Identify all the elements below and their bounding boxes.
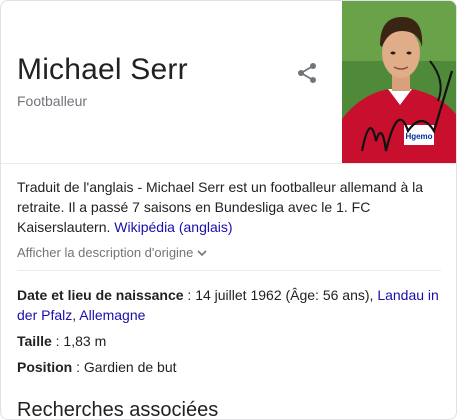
player-photo-image: Hgemo (342, 1, 456, 163)
fact-height-value: : 1,83 m (51, 333, 107, 349)
fact-position: Position : Gardien de but (17, 357, 441, 377)
description: Traduit de l'anglais - Michael Serr est … (17, 177, 441, 237)
related-searches-heading: Recherches associées (17, 399, 219, 420)
panel-title: Michael Serr (17, 53, 188, 86)
player-photo[interactable]: Hgemo (342, 1, 456, 163)
show-original-label: Afficher la description d'origine (17, 245, 194, 260)
fact-height-label: Taille (17, 333, 52, 349)
header-divider (1, 163, 456, 164)
jersey-sponsor-text: Hgemo (405, 132, 432, 141)
panel-subtitle: Footballeur (17, 93, 88, 109)
fact-birth-value: : 14 juillet 1962 (Âge: 56 ans), (183, 287, 378, 303)
fact-birth-label: Date et lieu de naissance (17, 287, 184, 303)
chevron-down-icon (197, 249, 207, 256)
fact-position-label: Position (17, 359, 73, 375)
fact-position-value: : Gardien de but (72, 359, 177, 375)
description-divider (17, 270, 441, 271)
wikipedia-link[interactable]: Wikipédia (anglais) (114, 219, 232, 235)
share-button[interactable] (295, 61, 319, 85)
fact-birth: Date et lieu de naissance : 14 juillet 1… (17, 285, 441, 325)
share-icon (298, 63, 316, 83)
facts-list: Date et lieu de naissance : 14 juillet 1… (17, 285, 441, 383)
show-original-description[interactable]: Afficher la description d'origine (17, 245, 208, 260)
fact-height: Taille : 1,83 m (17, 331, 441, 351)
knowledge-panel: Michael Serr Footballeur Hgemo Traduit d… (0, 0, 457, 420)
